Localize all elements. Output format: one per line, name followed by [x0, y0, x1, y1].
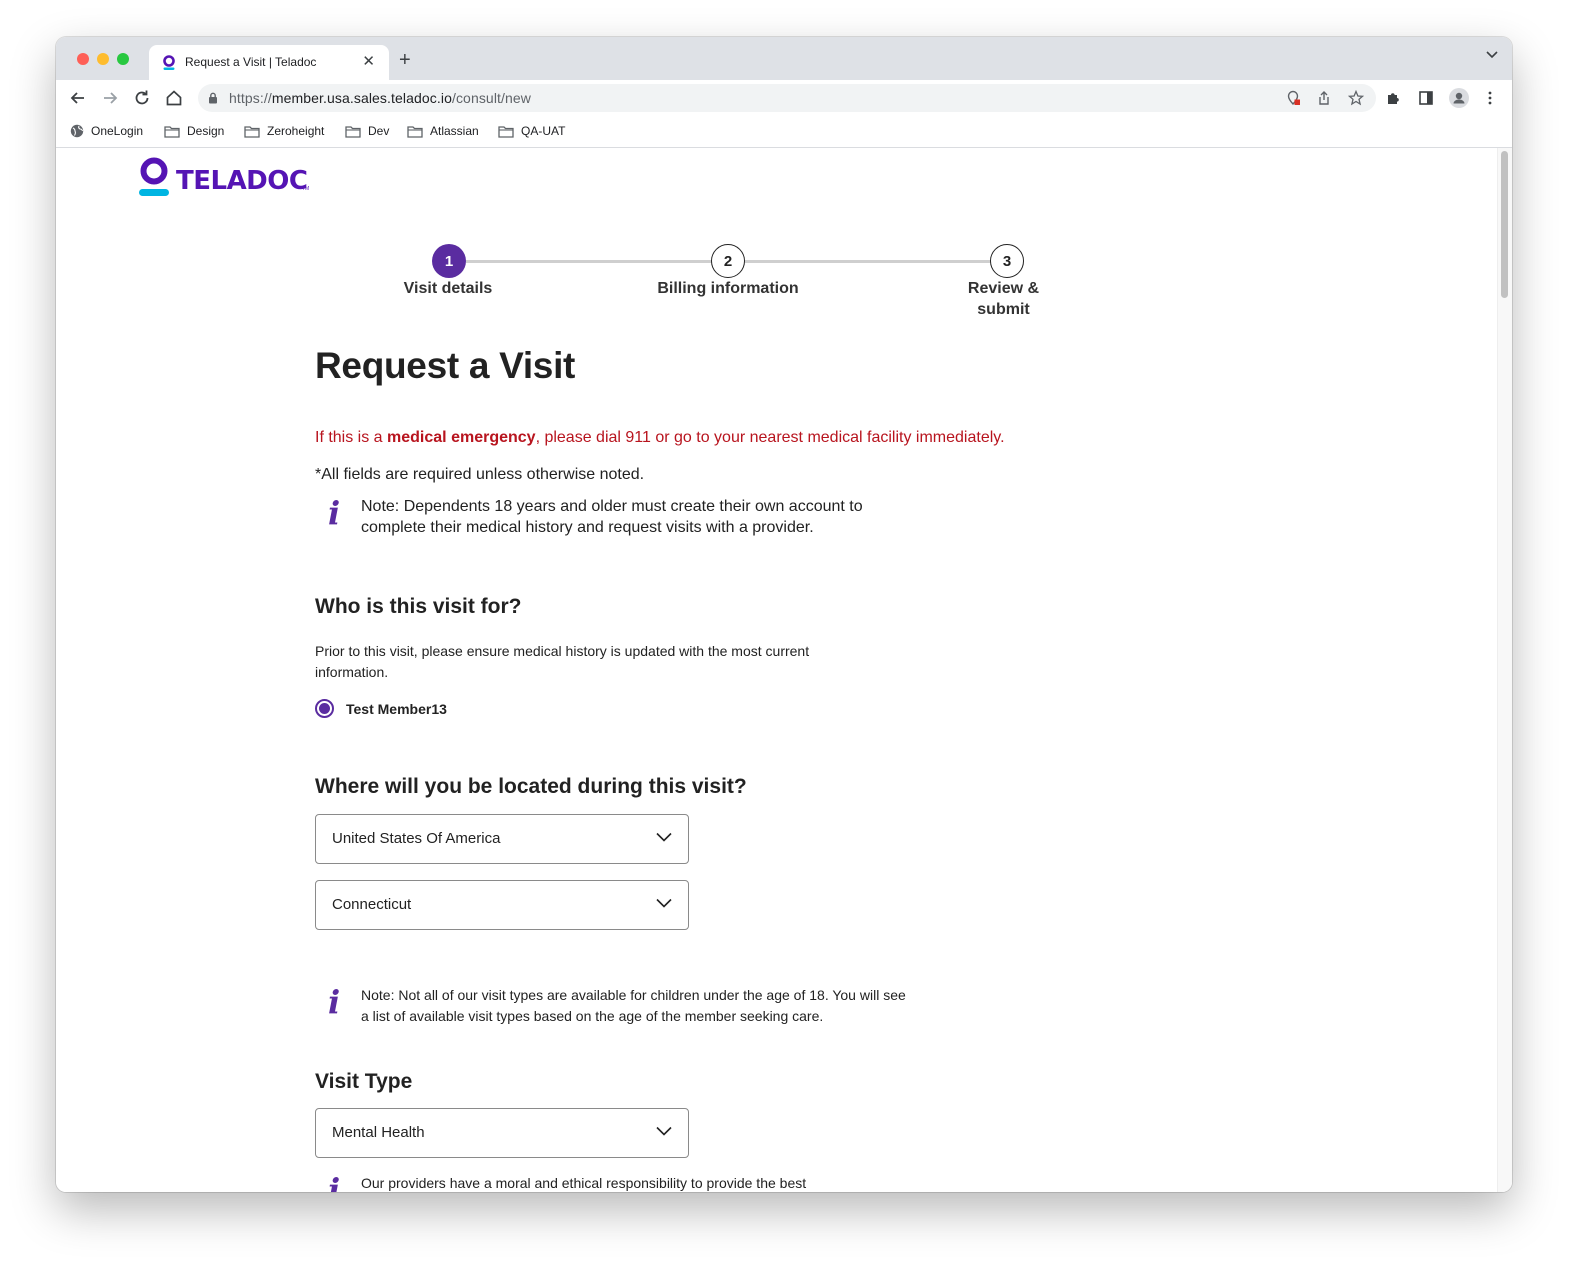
- profile-avatar-icon[interactable]: [1449, 88, 1469, 108]
- bookmarks-bar: OneLogin Design Zeroheight Dev Atlassian…: [56, 116, 1512, 148]
- page-scrollbar[interactable]: [1497, 148, 1512, 1192]
- chevron-down-icon: [656, 1126, 672, 1136]
- member-name-label: Test Member13: [346, 700, 447, 717]
- browser-window: Request a Visit | Teladoc ✕ + https://me…: [56, 37, 1512, 1192]
- who-heading: Who is this visit for?: [315, 595, 522, 618]
- info-icon: i: [328, 1171, 341, 1192]
- url-text: https://member.usa.sales.teladoc.io/cons…: [229, 90, 531, 106]
- chevron-down-icon: [656, 898, 672, 908]
- state-select[interactable]: Connecticut: [315, 880, 689, 930]
- bookmark-folder-design[interactable]: Design: [164, 124, 224, 138]
- teladoc-favicon-icon: [163, 55, 175, 70]
- step-3-label: Review & submit: [967, 280, 1040, 318]
- member-radio-option[interactable]: Test Member13: [315, 699, 447, 718]
- country-select-value: United States Of America: [332, 830, 501, 847]
- step-connector: [745, 260, 1004, 263]
- member-radio-button[interactable]: [315, 699, 334, 718]
- teladoc-logo-icon: [139, 157, 169, 196]
- address-bar[interactable]: https://member.usa.sales.teladoc.io/cons…: [198, 84, 1376, 112]
- dependents-note-text: Note: Dependents 18 years and older must…: [361, 498, 863, 536]
- browser-tab[interactable]: Request a Visit | Teladoc ✕: [149, 45, 389, 80]
- bookmark-folder-dev[interactable]: Dev: [345, 124, 389, 138]
- chevron-down-icon: [656, 832, 672, 842]
- logo-trademark: TM: [302, 186, 310, 192]
- bookmark-star-icon[interactable]: [1348, 90, 1364, 106]
- bookmark-folder-qa-uat[interactable]: QA-UAT: [498, 124, 565, 138]
- bookmark-folder-atlassian[interactable]: Atlassian: [407, 124, 479, 138]
- more-menu-icon[interactable]: [1482, 90, 1498, 106]
- minimize-window-button[interactable]: [97, 53, 109, 65]
- blocked-location-icon[interactable]: [1285, 90, 1301, 106]
- folder-icon: [498, 125, 514, 138]
- globe-icon: [70, 124, 84, 138]
- extensions-puzzle-icon[interactable]: [1386, 90, 1402, 106]
- folder-icon: [164, 125, 180, 138]
- info-icon: i: [328, 494, 341, 532]
- share-icon[interactable]: [1316, 90, 1332, 106]
- required-fields-note: *All fields are required unless otherwis…: [315, 466, 645, 483]
- tab-strip: Request a Visit | Teladoc ✕ +: [56, 37, 1512, 80]
- tab-title: Request a Visit | Teladoc: [185, 55, 317, 69]
- bookmark-onelogin[interactable]: OneLogin: [70, 124, 143, 138]
- step-connector: [466, 260, 725, 263]
- forward-arrow-icon[interactable]: [100, 88, 120, 108]
- home-icon[interactable]: [164, 88, 184, 108]
- bookmark-folder-zeroheight[interactable]: Zeroheight: [244, 124, 324, 138]
- browser-toolbar: https://member.usa.sales.teladoc.io/cons…: [56, 80, 1512, 116]
- step-1-label: Visit details: [403, 280, 493, 297]
- tab-search-icon[interactable]: [1486, 51, 1498, 59]
- info-icon: i: [328, 983, 341, 1021]
- folder-icon: [244, 125, 260, 138]
- reload-icon[interactable]: [132, 88, 152, 108]
- visit-type-select[interactable]: Mental Health: [315, 1108, 689, 1158]
- side-panel-icon[interactable]: [1418, 90, 1434, 106]
- new-tab-button[interactable]: +: [399, 50, 411, 70]
- step-2-label: Billing information: [657, 280, 799, 297]
- folder-icon: [407, 125, 423, 138]
- step-2-circle: 2: [711, 244, 745, 278]
- maximize-window-button[interactable]: [117, 53, 129, 65]
- visit-type-select-value: Mental Health: [332, 1124, 425, 1141]
- close-window-button[interactable]: [77, 53, 89, 65]
- step-1-circle: 1: [432, 244, 466, 278]
- who-description: Prior to this visit, please ensure medic…: [315, 643, 810, 680]
- progress-stepper: 1 Visit details 2 Billing information 3 …: [56, 242, 1496, 332]
- scrollbar-thumb[interactable]: [1501, 151, 1508, 298]
- teladoc-logo[interactable]: TELADOC TM: [139, 157, 309, 204]
- folder-icon: [345, 125, 361, 138]
- page-title: Request a Visit: [315, 345, 576, 386]
- country-select[interactable]: United States Of America: [315, 814, 689, 864]
- location-heading: Where will you be located during this vi…: [315, 775, 747, 798]
- page-viewport: TELADOC TM 1 Visit details 2 Billing inf…: [56, 148, 1512, 1192]
- emergency-warning: If this is a medical emergency, please d…: [315, 429, 1005, 446]
- close-tab-icon[interactable]: ✕: [362, 52, 375, 70]
- visit-type-heading: Visit Type: [315, 1070, 413, 1093]
- state-select-value: Connecticut: [332, 896, 412, 913]
- step-3-circle: 3: [990, 244, 1024, 278]
- back-arrow-icon[interactable]: [68, 88, 88, 108]
- providers-note-text: Our providers have a moral and ethical r…: [361, 1175, 807, 1191]
- lock-icon: [209, 92, 217, 104]
- logo-wordmark: TELADOC: [176, 166, 308, 196]
- age-note-text: Note: Not all of our visit types are ava…: [361, 987, 906, 1024]
